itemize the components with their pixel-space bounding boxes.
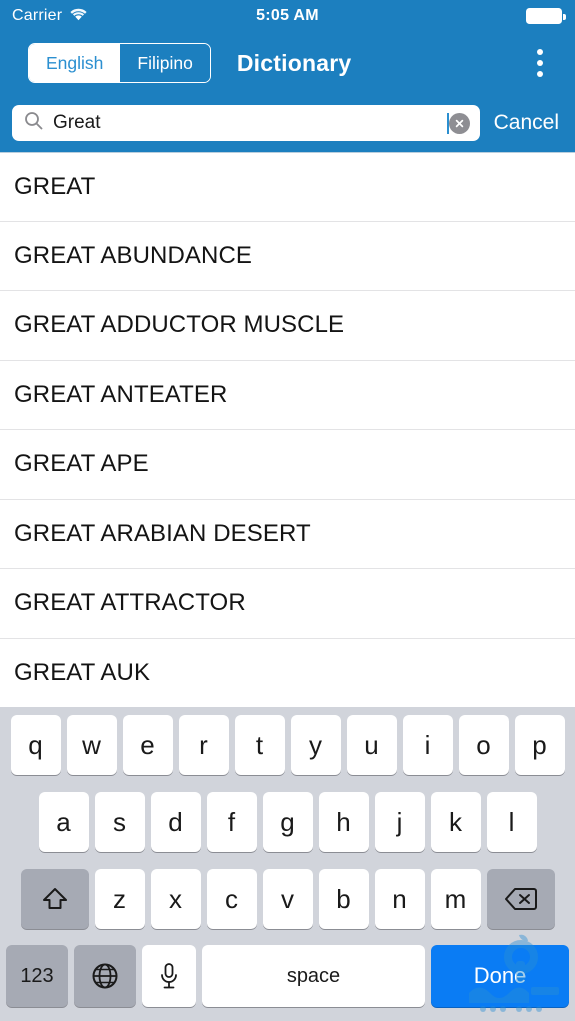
key-r[interactable]: r xyxy=(178,715,229,775)
result-term: GREAT ADDUCTOR MUSCLE xyxy=(14,311,345,339)
result-term: GREAT ATTRACTOR xyxy=(14,589,246,617)
clear-circle-icon[interactable] xyxy=(448,112,470,134)
status-bar-right xyxy=(526,8,566,24)
key-d[interactable]: d xyxy=(150,792,201,852)
table-row[interactable]: GREAT ATTRACTOR xyxy=(0,569,575,639)
key-s[interactable]: s xyxy=(94,792,145,852)
globe-icon[interactable] xyxy=(74,945,136,1007)
key-k[interactable]: k xyxy=(430,792,481,852)
result-term: GREAT APE xyxy=(14,450,149,478)
table-row[interactable]: GREAT APE xyxy=(0,430,575,500)
space-key[interactable]: space xyxy=(202,945,425,1007)
done-button[interactable]: Done xyxy=(431,945,569,1007)
key-z[interactable]: z xyxy=(94,869,145,929)
keyboard-row-3: z x c v b n m xyxy=(0,869,575,929)
key-x[interactable]: x xyxy=(150,869,201,929)
search-input-value: Great xyxy=(53,112,101,133)
result-term: GREAT ANTEATER xyxy=(14,380,228,408)
table-row[interactable]: GREAT ADDUCTOR MUSCLE xyxy=(0,291,575,361)
keyboard-row-2: a s d f g h j k l xyxy=(0,792,575,852)
language-segmented-control[interactable]: English Filipino xyxy=(28,43,211,83)
status-bar-time: 5:05 AM xyxy=(256,7,319,24)
navigation-bar: English Filipino Dictionary xyxy=(0,32,575,94)
keyboard-row-4: 123 space Done xyxy=(0,945,575,1007)
keyboard-row-1: q w e r t y u i o p xyxy=(0,715,575,775)
table-row[interactable]: GREAT ANTEATER xyxy=(0,360,575,430)
key-f[interactable]: f xyxy=(206,792,257,852)
key-y[interactable]: y xyxy=(290,715,341,775)
key-o[interactable]: o xyxy=(458,715,509,775)
segment-filipino[interactable]: Filipino xyxy=(120,44,210,82)
key-m[interactable]: m xyxy=(430,869,481,929)
key-q[interactable]: q xyxy=(10,715,61,775)
key-a[interactable]: a xyxy=(38,792,89,852)
page-title: Dictionary xyxy=(236,49,352,76)
key-i[interactable]: i xyxy=(402,715,453,775)
key-g[interactable]: g xyxy=(262,792,313,852)
battery-full-icon xyxy=(526,8,566,24)
kebab-dot xyxy=(537,60,543,66)
table-row[interactable]: GREAT AUK xyxy=(0,638,575,707)
search-icon xyxy=(24,111,43,135)
kebab-dot xyxy=(537,71,543,77)
microphone-icon[interactable] xyxy=(142,945,196,1007)
key-p[interactable]: p xyxy=(514,715,565,775)
result-term: GREAT AUK xyxy=(14,658,151,686)
key-w[interactable]: w xyxy=(66,715,117,775)
shift-arrow-icon[interactable] xyxy=(20,869,89,929)
search-bar: Great Cancel xyxy=(0,94,575,152)
result-term: GREAT ABUNDANCE xyxy=(14,241,252,269)
table-row[interactable]: GREAT xyxy=(0,152,575,222)
key-e[interactable]: e xyxy=(122,715,173,775)
segment-english[interactable]: English xyxy=(29,44,121,82)
key-h[interactable]: h xyxy=(318,792,369,852)
table-row[interactable]: GREAT ABUNDANCE xyxy=(0,221,575,291)
key-b[interactable]: b xyxy=(318,869,369,929)
table-row[interactable]: GREAT ARABIAN DESERT xyxy=(0,499,575,569)
status-bar: Carrier 5:05 AM xyxy=(0,0,575,32)
key-c[interactable]: c xyxy=(206,869,257,929)
key-j[interactable]: j xyxy=(374,792,425,852)
key-t[interactable]: t xyxy=(234,715,285,775)
on-screen-keyboard: q w e r t y u i o p a s d f g h j k l z … xyxy=(0,707,575,1021)
backspace-icon[interactable] xyxy=(486,869,555,929)
key-v[interactable]: v xyxy=(262,869,313,929)
result-term: GREAT ARABIAN DESERT xyxy=(14,519,311,547)
numbers-key[interactable]: 123 xyxy=(6,945,68,1007)
key-n[interactable]: n xyxy=(374,869,425,929)
search-input[interactable]: Great xyxy=(12,105,480,141)
key-l[interactable]: l xyxy=(486,792,537,852)
kebab-menu-icon[interactable] xyxy=(529,43,551,83)
cancel-button[interactable]: Cancel xyxy=(494,111,559,135)
phone-screen: Carrier 5:05 AM English Filipino Diction… xyxy=(0,0,575,1021)
search-results-list: GREAT GREAT ABUNDANCE GREAT ADDUCTOR MUS… xyxy=(0,152,575,707)
result-term: GREAT xyxy=(14,172,96,200)
key-u[interactable]: u xyxy=(346,715,397,775)
kebab-dot xyxy=(537,49,543,55)
